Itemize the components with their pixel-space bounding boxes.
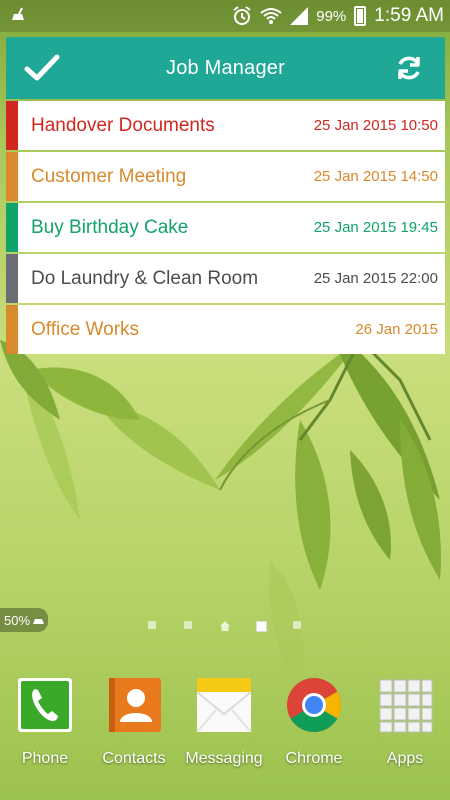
checkmark-icon: [24, 54, 60, 81]
chrome-icon: [285, 676, 343, 734]
clock-time: 1:59 AM: [374, 5, 444, 26]
signal-icon: [290, 7, 309, 25]
cleaner-notification-icon: [10, 6, 28, 29]
app-dock: Phone Contacts Messaging Chrome Apps: [0, 676, 450, 776]
refresh-button[interactable]: [389, 48, 429, 88]
dock-label: Contacts: [102, 750, 166, 767]
status-bar: 99% 1:59 AM: [0, 0, 450, 32]
page-dot[interactable]: [184, 621, 192, 629]
contacts-icon: [105, 676, 163, 734]
job-item[interactable]: Handover Documents 25 Jan 2015 10:50: [6, 101, 445, 150]
dock-label: Messaging: [185, 750, 263, 767]
dock-app-contacts[interactable]: Contacts: [90, 676, 178, 768]
job-color-stripe: [6, 305, 18, 354]
job-title: Office Works: [31, 318, 140, 340]
job-item[interactable]: Do Laundry & Clean Room 25 Jan 2015 22:0…: [6, 254, 445, 303]
dock-label: Chrome: [285, 750, 343, 767]
job-item[interactable]: Customer Meeting 25 Jan 2015 14:50: [6, 152, 445, 201]
job-item[interactable]: Office Works 26 Jan 2015: [6, 305, 445, 354]
job-title: Buy Birthday Cake: [31, 216, 189, 238]
widget-header: Job Manager: [6, 37, 445, 99]
job-color-stripe: [6, 203, 18, 252]
widget-title: Job Manager: [166, 56, 285, 79]
job-item[interactable]: Buy Birthday Cake 25 Jan 2015 19:45: [6, 203, 445, 252]
job-date: 26 Jan 2015: [355, 321, 438, 338]
job-manager-widget: Job Manager Handover Documents 25 Jan 20…: [6, 37, 445, 356]
dock-app-chrome[interactable]: Chrome: [270, 676, 358, 768]
dock-app-phone[interactable]: Phone: [1, 676, 89, 768]
job-list: Handover Documents 25 Jan 2015 10:50 Cus…: [6, 101, 445, 354]
job-date: 25 Jan 2015 22:00: [313, 270, 438, 287]
job-title: Handover Documents: [31, 114, 215, 136]
apps-grid-icon: [376, 676, 434, 734]
alarm-icon: [232, 6, 252, 26]
checkmark-button[interactable]: [22, 48, 62, 88]
job-date: 25 Jan 2015 10:50: [313, 117, 438, 134]
dock-label: Phone: [21, 750, 69, 767]
job-title: Customer Meeting: [31, 165, 187, 187]
job-date: 25 Jan 2015 14:50: [313, 168, 438, 185]
refresh-icon: [398, 56, 420, 80]
wifi-icon: [260, 7, 282, 25]
page-indicator: [0, 618, 450, 632]
page-dot[interactable]: [293, 621, 301, 629]
dock-app-apps[interactable]: Apps: [361, 676, 449, 768]
job-date: 25 Jan 2015 19:45: [313, 219, 438, 236]
phone-icon: [16, 676, 74, 734]
battery-icon: [354, 6, 367, 26]
job-color-stripe: [6, 101, 18, 150]
job-color-stripe: [6, 254, 18, 303]
dock-app-messaging[interactable]: Messaging: [180, 676, 268, 768]
page-dot[interactable]: [148, 621, 156, 629]
job-title: Do Laundry & Clean Room: [31, 267, 259, 289]
job-color-stripe: [6, 152, 18, 201]
home-icon: [220, 621, 230, 631]
home-page-dot[interactable]: [219, 619, 231, 637]
page-dot-active[interactable]: [256, 621, 267, 632]
battery-percent: 99%: [316, 7, 347, 25]
dock-label: Apps: [386, 750, 424, 767]
messaging-icon: [195, 676, 253, 734]
